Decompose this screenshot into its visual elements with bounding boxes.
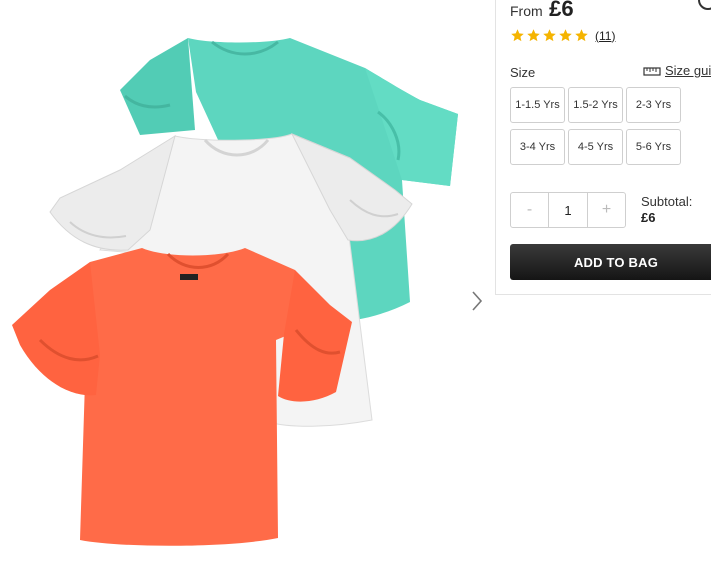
star-icon [543, 29, 556, 42]
next-image-button[interactable] [466, 286, 488, 316]
quantity-decrease-button[interactable]: - [511, 193, 548, 227]
size-guide-link[interactable]: Size guide [643, 63, 711, 78]
ruler-icon [643, 66, 661, 76]
size-guide-label: Size guide [665, 63, 711, 78]
star-icon [511, 29, 524, 42]
product-price: From £6 [510, 0, 574, 22]
size-option[interactable]: 3-4 Yrs [510, 129, 565, 165]
quantity-stepper: - 1 + [510, 192, 626, 228]
size-label: Size [510, 65, 536, 80]
quantity-increase-button[interactable]: + [588, 193, 625, 227]
star-icon [559, 29, 572, 42]
quantity-value[interactable]: 1 [548, 193, 588, 227]
size-option[interactable]: 2-3 Yrs [626, 87, 681, 123]
size-option[interactable]: 4-5 Yrs [568, 129, 623, 165]
product-rating: (11) [510, 28, 615, 43]
product-gallery [0, 0, 495, 572]
star-icon [527, 29, 540, 42]
size-options: 1-1.5 Yrs 1.5-2 Yrs 2-3 Yrs 3-4 Yrs 4-5 … [510, 87, 681, 165]
star-icon [575, 29, 588, 42]
review-count-link[interactable]: (11) [595, 29, 615, 43]
price-amount: £6 [549, 0, 574, 21]
wishlist-icon[interactable] [696, 0, 711, 12]
subtotal-value: £6 [641, 210, 656, 225]
price-prefix: From [510, 3, 543, 19]
product-image [12, 38, 458, 546]
subtotal: Subtotal: £6 [641, 194, 692, 225]
size-option[interactable]: 1-1.5 Yrs [510, 87, 565, 123]
product-purchase-panel: From £6 (11) Size Size guide 1-1.5 Yrs 1… [495, 0, 711, 295]
size-option[interactable]: 1.5-2 Yrs [568, 87, 623, 123]
rating-stars [510, 28, 589, 43]
chevron-right-icon [472, 291, 483, 311]
add-to-bag-button[interactable]: ADD TO BAG [510, 244, 711, 280]
subtotal-label: Subtotal: [641, 194, 693, 209]
size-option[interactable]: 5-6 Yrs [626, 129, 681, 165]
